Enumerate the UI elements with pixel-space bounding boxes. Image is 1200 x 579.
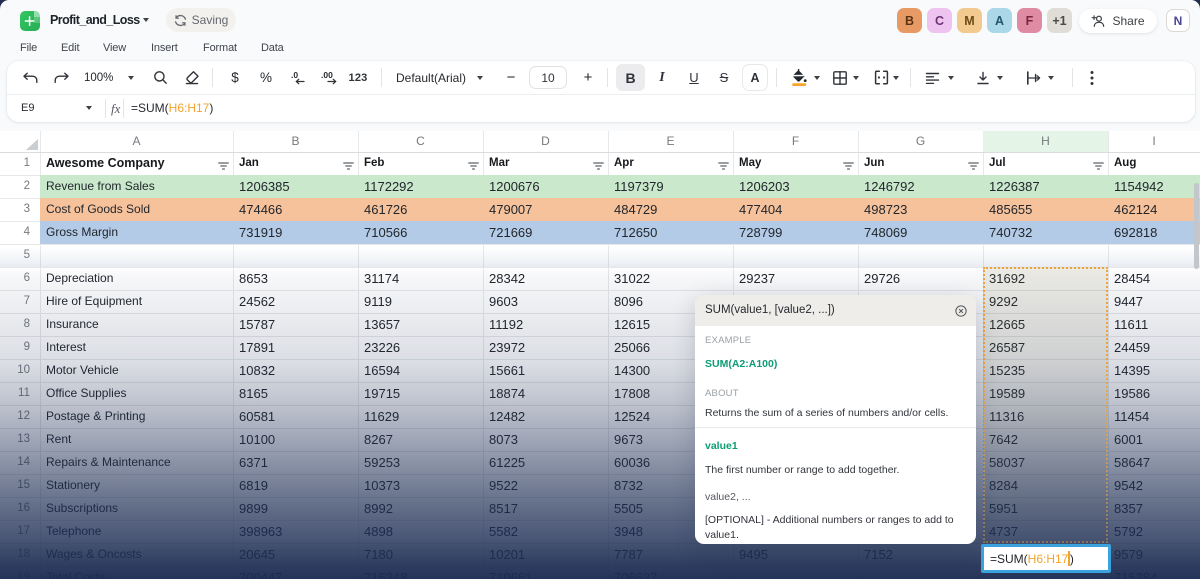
svg-text:.0: .0 [291, 71, 298, 80]
svg-text:.00: .00 [321, 71, 333, 80]
